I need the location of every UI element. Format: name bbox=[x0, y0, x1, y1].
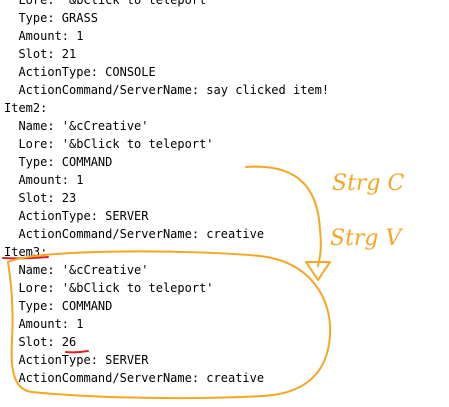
code-line: Lore: '&bClick to teleport' bbox=[4, 0, 214, 7]
code-line: Slot: 21 bbox=[4, 47, 77, 61]
code-line: ActionCommand/ServerName: say clicked it… bbox=[4, 83, 330, 97]
code-line: Amount: 1 bbox=[4, 317, 84, 331]
code-line: ActionType: SERVER bbox=[4, 353, 149, 367]
code-line-slot-26: Slot: 26 bbox=[4, 335, 77, 349]
code-line: Item2: bbox=[4, 101, 48, 115]
code-line: Amount: 1 bbox=[4, 173, 84, 187]
code-line: ActionType: CONSOLE bbox=[4, 65, 156, 79]
text-editor[interactable]: Lore: '&bClick to teleport' Type: GRASS … bbox=[0, 0, 449, 407]
code-line: ActionCommand/ServerName: creative bbox=[4, 371, 265, 385]
code-line: ActionType: SERVER bbox=[4, 209, 149, 223]
code-line: Type: COMMAND bbox=[4, 155, 113, 169]
code-line: Lore: '&bClick to teleport' bbox=[4, 281, 214, 295]
code-line: Name: '&cCreative' bbox=[4, 119, 149, 133]
code-line: Lore: '&bClick to teleport' bbox=[4, 137, 214, 151]
code-line: ActionCommand/ServerName: creative bbox=[4, 227, 265, 241]
code-line-item3-key: Item3: bbox=[4, 245, 48, 259]
code-line: Name: '&cCreative' bbox=[4, 263, 149, 277]
code-line: Type: GRASS bbox=[4, 11, 98, 25]
code-line: Slot: 23 bbox=[4, 191, 77, 205]
code-line: Type: COMMAND bbox=[4, 299, 113, 313]
code-line: Amount: 1 bbox=[4, 29, 84, 43]
